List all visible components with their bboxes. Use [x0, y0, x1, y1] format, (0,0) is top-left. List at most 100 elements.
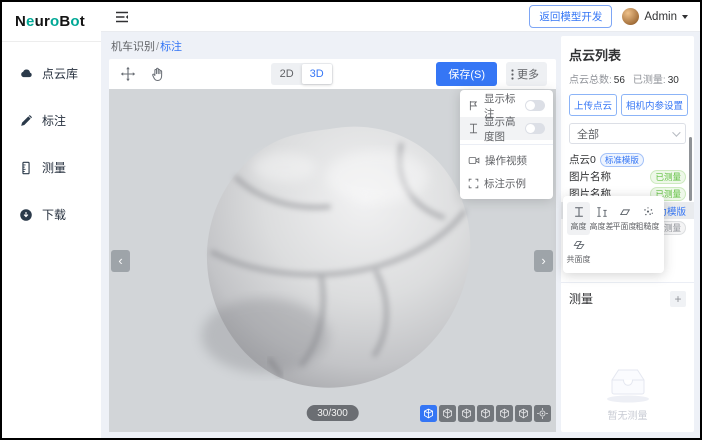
list-item[interactable]: 图片名称 已测量 [569, 168, 686, 185]
save-button[interactable]: 保存(S) [436, 62, 497, 86]
menu-divider [460, 144, 553, 145]
height-icon [573, 206, 585, 218]
logo-text: o [70, 13, 79, 30]
list-item[interactable]: 点云0 标准模版 [569, 151, 686, 168]
view-left-button[interactable] [477, 405, 494, 422]
canvas-column: 机车识别/标注 2D 3D 保存(S) 更多 [109, 36, 556, 432]
sidebar-item-label: 下载 [42, 207, 66, 223]
menu-item-annotation-example[interactable]: 标注示例 [460, 172, 553, 195]
tool-roughness[interactable]: 粗糙度 [636, 202, 659, 235]
pan-move-icon[interactable] [118, 64, 138, 84]
show-annotation-toggle[interactable] [525, 100, 545, 111]
vertical-dots-icon [511, 69, 514, 80]
hand-drag-icon[interactable] [147, 64, 167, 84]
user-menu[interactable]: Admin [622, 8, 688, 25]
filter-select[interactable]: 全部 [569, 123, 686, 144]
text-height-icon [468, 123, 479, 134]
logo-text: e [26, 13, 35, 30]
point-cloud-library-icon [19, 66, 33, 86]
view-mode-toggle: 2D 3D [271, 63, 333, 85]
next-image-button[interactable]: › [534, 250, 553, 272]
roughness-icon [642, 206, 654, 218]
video-icon [468, 155, 480, 166]
image-name: 图片名称 [569, 169, 611, 184]
image-counter: 30/300 [306, 405, 359, 421]
cube-icon [499, 408, 510, 419]
chevron-down-icon [672, 128, 680, 136]
upload-point-cloud-button[interactable]: 上传点云 [569, 94, 617, 116]
menu-item-operation-video[interactable]: 操作视频 [460, 149, 553, 172]
view-orientation-bar [420, 405, 551, 422]
view-right-button[interactable] [496, 405, 513, 422]
mode-2d-button[interactable]: 2D [272, 64, 302, 84]
sidebar-item-point-cloud-library[interactable]: 点云库 [2, 62, 101, 109]
tool-flatness[interactable]: 平面度 [613, 202, 636, 235]
breadcrumb-separator: / [156, 41, 159, 53]
menu-item-label: 操作视频 [485, 153, 527, 168]
mode-3d-button[interactable]: 3D [302, 64, 332, 84]
sidebar: NeuroBot 点云库 标注 测量 下载 [2, 2, 101, 438]
flag-icon [468, 100, 479, 111]
cube-icon [461, 408, 472, 419]
menu-item-show-height-map[interactable]: 显示高度图 [460, 117, 553, 140]
cube-icon [518, 408, 529, 419]
tool-height[interactable]: 高度 [567, 202, 590, 235]
tool-label: 共面度 [567, 254, 591, 265]
logo-text: o [50, 13, 59, 30]
camera-intrinsics-button[interactable]: 相机内参设置 [621, 94, 688, 116]
empty-box-icon [599, 360, 657, 404]
sidebar-item-annotate[interactable]: 标注 [2, 109, 101, 156]
template-badge: 标准模版 [600, 153, 644, 167]
collapse-menu-icon[interactable] [112, 7, 132, 27]
reset-view-button[interactable] [534, 405, 551, 422]
filter-selected-value: 全部 [577, 126, 599, 142]
chevron-down-icon [682, 15, 688, 19]
total-value: 56 [614, 75, 625, 86]
measure-header: 测量 + [569, 283, 686, 314]
tool-label: 高度 [571, 221, 587, 232]
breadcrumb: 机车识别/标注 [111, 38, 556, 54]
add-measure-button[interactable]: + [670, 291, 686, 307]
top-header: 返回模型开发 Admin [101, 2, 700, 32]
content-area: 机车识别/标注 2D 3D 保存(S) 更多 [101, 32, 700, 438]
more-button[interactable]: 更多 [506, 62, 547, 86]
coplanarity-icon [573, 239, 585, 251]
cube-icon [442, 408, 453, 419]
point-cloud-panel: 点云列表 点云总数:56 已测量:30 上传点云 相机内参设置 全部 点云0 标… [561, 36, 694, 432]
viewer-card: 2D 3D 保存(S) 更多 [109, 59, 556, 432]
logo-text: ur [35, 13, 50, 30]
tool-coplanarity[interactable]: 共面度 [567, 235, 590, 268]
avatar [622, 8, 639, 25]
tool-height-diff[interactable]: 高度差 [590, 202, 613, 235]
prev-image-button[interactable]: ‹ [111, 250, 130, 272]
height-diff-icon [596, 206, 608, 218]
user-name: Admin [644, 11, 677, 23]
breadcrumb-parent[interactable]: 机车识别 [111, 41, 155, 53]
measure-icon [19, 160, 33, 180]
measure-section: 测量 + [569, 282, 686, 314]
flatness-icon [619, 206, 631, 218]
tooth-mesh-render [179, 117, 497, 401]
sidebar-nav: 点云库 标注 测量 下载 [2, 42, 101, 250]
viewer-toolbar: 2D 3D 保存(S) 更多 [109, 59, 556, 89]
panel-actions: 上传点云 相机内参设置 [569, 94, 686, 116]
view-top-button[interactable] [515, 405, 532, 422]
measured-badge: 已测量 [650, 170, 686, 184]
show-height-map-toggle[interactable] [525, 123, 545, 134]
list-scrollbar[interactable] [689, 137, 692, 201]
app-window: NeuroBot 点云库 标注 测量 下载 返回模型 [0, 0, 702, 440]
back-to-model-dev-button[interactable]: 返回模型开发 [529, 5, 612, 28]
empty-text: 暂无测量 [608, 407, 648, 422]
total-count: 点云总数:56 [569, 71, 625, 86]
measured-label: 已测量: [633, 75, 666, 86]
frame-icon [468, 178, 479, 189]
view-iso-button[interactable] [420, 405, 437, 422]
measure-tools-popup: 高度 高度差 平面度 粗糙度 [563, 196, 664, 273]
logo-row: NeuroBot [2, 2, 101, 42]
total-label: 点云总数: [569, 75, 612, 86]
panel-title: 点云列表 [569, 45, 686, 64]
view-back-button[interactable] [458, 405, 475, 422]
sidebar-item-download[interactable]: 下载 [2, 203, 101, 250]
sidebar-item-measure[interactable]: 测量 [2, 156, 101, 203]
view-front-button[interactable] [439, 405, 456, 422]
